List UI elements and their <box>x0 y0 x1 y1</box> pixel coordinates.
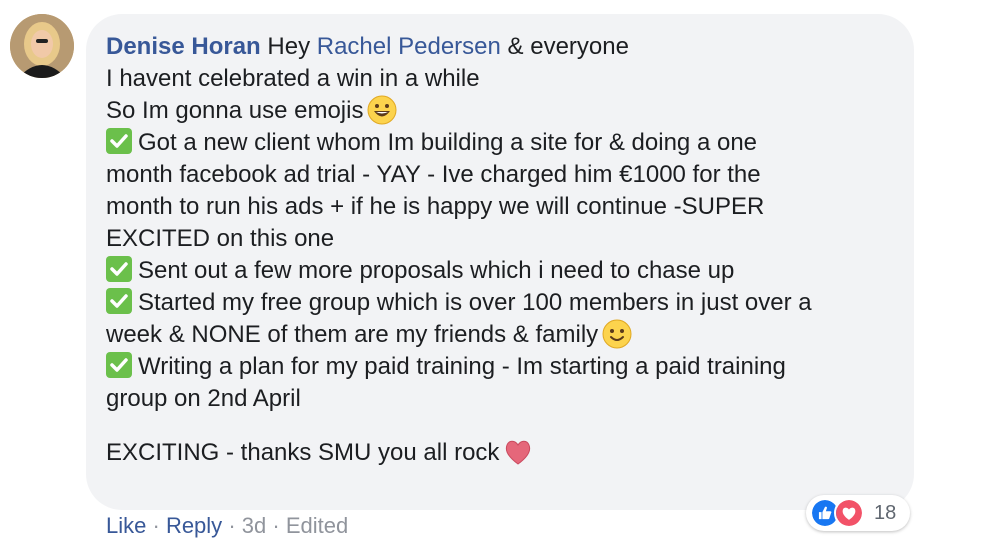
check-mark-icon <box>106 352 132 378</box>
check-mark-icon <box>106 256 132 282</box>
separator: · <box>152 513 160 538</box>
comment-text: EXCITING - thanks SMU you all rock <box>106 439 500 466</box>
reply-link[interactable]: Reply <box>166 513 222 538</box>
separator: · <box>228 513 236 538</box>
comment-text: EXCITED on this one <box>106 225 335 252</box>
timestamp-link[interactable]: 3d <box>242 513 266 538</box>
like-link[interactable]: Like <box>106 513 146 538</box>
greeting-suffix: & everyone <box>507 33 629 60</box>
comment-text: group on 2nd April <box>106 385 301 412</box>
grinning-emoji-icon <box>367 95 397 125</box>
separator: · <box>272 513 280 538</box>
comment-line: I havent celebrated a win in a while <box>106 63 906 95</box>
comment-line: So Im gonna use emojis <box>106 95 906 127</box>
check-mark-icon <box>106 128 132 154</box>
comment-text: month facebook ad trial - YAY - Ive char… <box>106 161 761 188</box>
avatar-photo <box>10 14 74 78</box>
comment-line: Sent out a few more proposals which i ne… <box>106 255 906 287</box>
reaction-summary[interactable]: 18 <box>806 495 911 531</box>
comment-body: Denise Horan Hey Rachel Pedersen & every… <box>106 31 906 469</box>
comment-line: Writing a plan for my paid training - Im… <box>106 351 906 383</box>
heart-emoji-icon <box>506 440 531 465</box>
comment-line: Started my free group which is over 100 … <box>106 287 906 319</box>
comment-text: Got a new client whom Im building a site… <box>138 129 758 156</box>
comment-text: week & NONE of them are my friends & fam… <box>106 321 599 348</box>
mention-link[interactable]: Rachel Pedersen <box>317 33 501 60</box>
comment-line: month to run his ads + if he is happy we… <box>106 191 906 223</box>
comment-text: So Im gonna use emojis <box>106 97 364 124</box>
comment-line: EXCITING - thanks SMU you all rock <box>106 437 906 469</box>
comment-header: Denise Horan Hey Rachel Pedersen & every… <box>106 31 906 63</box>
author-name[interactable]: Denise Horan <box>106 33 261 60</box>
comment-text: month to run his ads + if he is happy we… <box>106 193 765 220</box>
comment-line: EXCITED on this one <box>106 223 906 255</box>
edited-label[interactable]: Edited <box>286 513 348 538</box>
comment-text: Writing a plan for my paid training - Im… <box>138 353 786 380</box>
love-reaction-icon <box>834 498 864 528</box>
comment-actions: Like · Reply · 3d · Edited <box>106 513 348 539</box>
comment-line: month facebook ad trial - YAY - Ive char… <box>106 159 906 191</box>
comment-line: group on 2nd April <box>106 383 906 415</box>
reaction-count: 18 <box>874 501 897 524</box>
comment-text: Sent out a few more proposals which i ne… <box>138 257 735 284</box>
check-mark-icon <box>106 288 132 314</box>
comment-line: week & NONE of them are my friends & fam… <box>106 319 906 351</box>
greeting-prefix: Hey <box>267 33 311 60</box>
comment-text: I havent celebrated a win in a while <box>106 65 480 92</box>
comment-text: Started my free group which is over 100 … <box>138 289 812 316</box>
comment-line: Got a new client whom Im building a site… <box>106 127 906 159</box>
smiling-emoji-icon <box>602 319 632 349</box>
avatar[interactable] <box>10 14 74 78</box>
